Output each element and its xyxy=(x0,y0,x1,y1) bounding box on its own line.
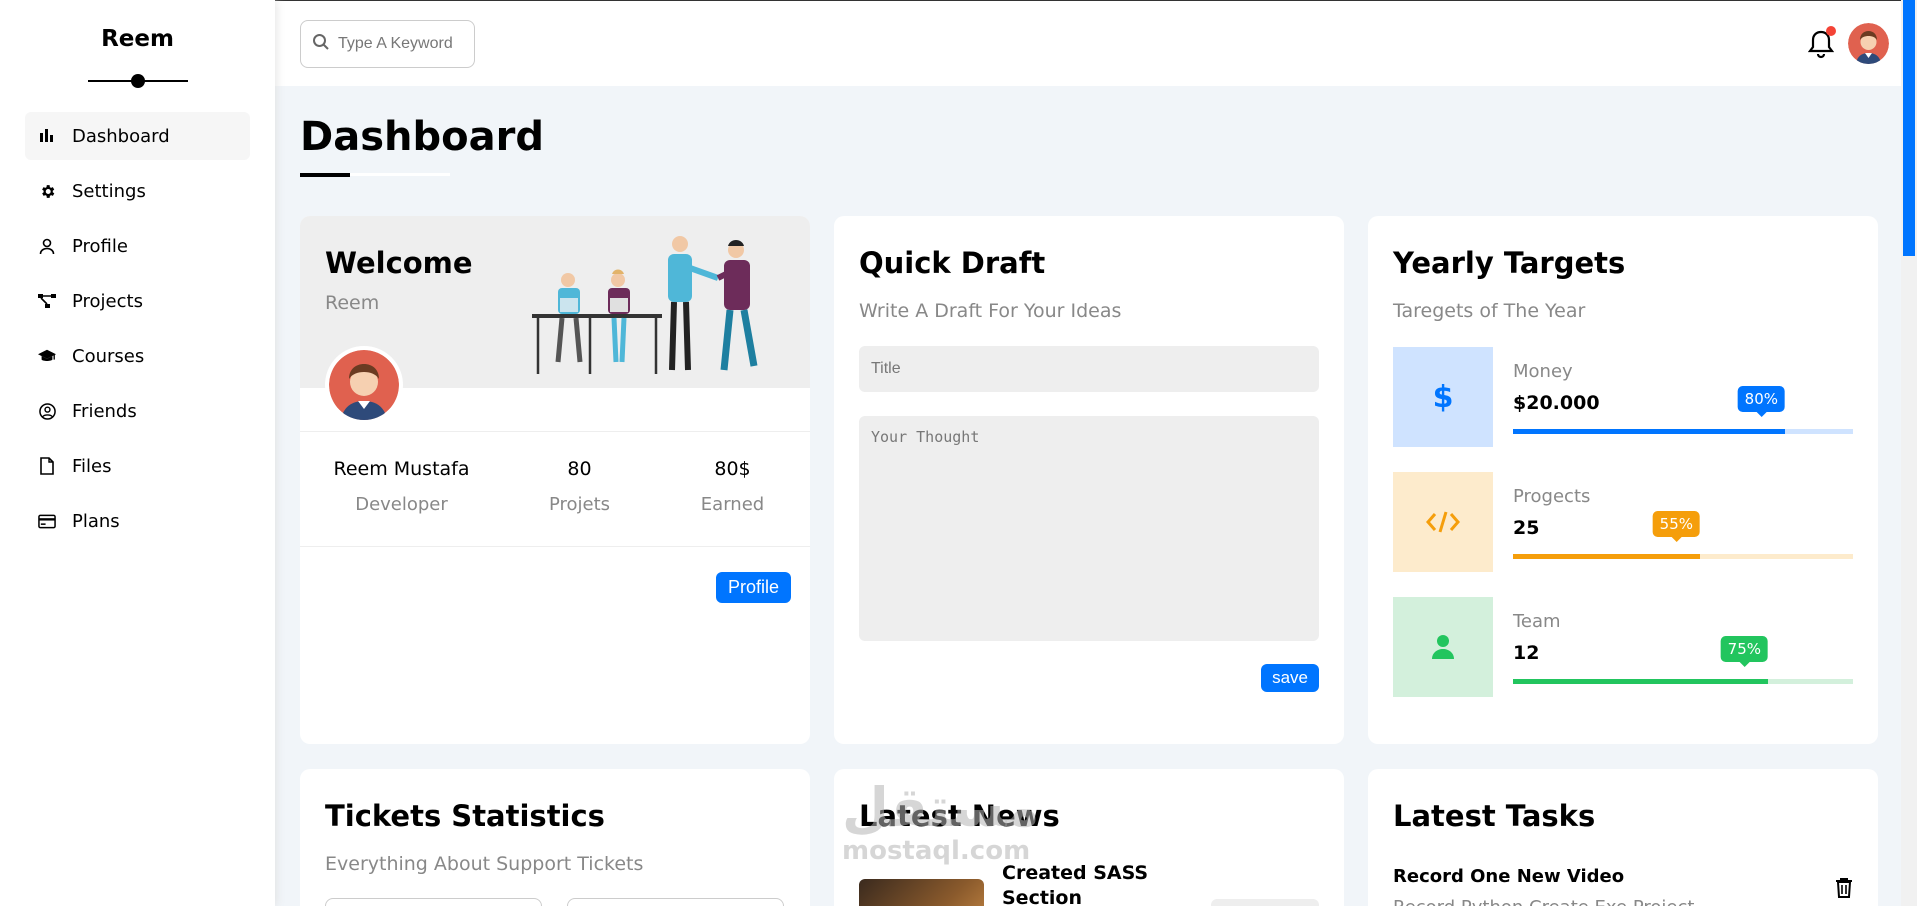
stat-name: Reem Mustafa Developer xyxy=(300,458,503,546)
tickets-statistics-card: Tickets Statistics Everything About Supp… xyxy=(300,769,810,906)
trash-icon[interactable] xyxy=(1835,877,1853,902)
stat-value: Reem Mustafa xyxy=(333,458,470,480)
search-icon xyxy=(312,33,330,55)
user-circle-icon xyxy=(38,402,56,420)
target-team: Team 12 75% xyxy=(1393,597,1853,697)
tickets-subtitle: Everything About Support Tickets xyxy=(325,853,644,875)
sidebar-item-label: Friends xyxy=(72,400,137,422)
yearly-targets-card: Yearly Targets Taregets of The Year $ Mo… xyxy=(1368,216,1878,744)
draft-title-input[interactable] xyxy=(859,346,1319,392)
welcome-avatar xyxy=(325,346,403,424)
target-label: Progects xyxy=(1513,486,1591,507)
yearly-targets-subtitle: Taregets of The Year xyxy=(1393,300,1586,322)
top-header xyxy=(275,0,1901,86)
draft-thought-textarea[interactable] xyxy=(859,416,1319,641)
user-avatar[interactable] xyxy=(1848,23,1889,64)
target-money: $ Money $20.000 80% xyxy=(1393,347,1853,447)
target-progress-badge: 80% xyxy=(1737,386,1785,417)
stat-value: 80$ xyxy=(714,458,751,480)
ticket-stat-box xyxy=(325,898,542,906)
target-progress-track: 55% xyxy=(1513,511,1853,559)
target-value: 12 xyxy=(1513,642,1540,664)
stat-label: Projets xyxy=(548,494,611,515)
dollar-icon: $ xyxy=(1393,347,1493,447)
sidebar-item-settings[interactable]: Settings xyxy=(25,167,250,215)
save-button[interactable]: save xyxy=(1261,664,1319,692)
stat-value: 80 xyxy=(567,458,592,480)
target-value: 25 xyxy=(1513,517,1540,539)
quick-draft-subtitle: Write A Draft For Your Ideas xyxy=(859,300,1122,322)
brand-divider xyxy=(87,74,188,88)
tasks-title: Latest Tasks xyxy=(1393,799,1596,833)
sidebar: Reem Dashboard Settings Profile Projects xyxy=(0,0,275,906)
news-item-title: Created SASS Section xyxy=(1002,862,1149,906)
yearly-targets-title: Yearly Targets xyxy=(1393,246,1626,280)
news-thumbnail xyxy=(859,879,984,906)
stat-projects: 80 Projets xyxy=(503,458,656,546)
sidebar-item-label: Projects xyxy=(72,290,143,312)
sidebar-item-friends[interactable]: Friends xyxy=(25,387,250,435)
welcome-stats: Reem Mustafa Developer 80 Projets 80$ Ea… xyxy=(300,431,810,547)
news-item-date-badge xyxy=(1211,899,1319,906)
stat-earned: 80$ Earned xyxy=(656,458,809,546)
code-icon xyxy=(1393,472,1493,572)
quick-draft-card: Quick Draft Write A Draft For Your Ideas… xyxy=(834,216,1344,744)
latest-tasks-card: Latest Tasks Record One New Video Record… xyxy=(1368,769,1878,906)
sidebar-item-label: Plans xyxy=(72,510,120,532)
profile-button[interactable]: Profile xyxy=(715,572,791,603)
quick-draft-title: Quick Draft xyxy=(859,246,1046,280)
sidebar-item-files[interactable]: Files xyxy=(25,442,250,490)
graduation-cap-icon xyxy=(38,347,56,365)
notification-bell-icon[interactable] xyxy=(1807,26,1836,59)
target-progress-fill xyxy=(1513,679,1768,684)
ticket-stat-box xyxy=(567,898,784,906)
user-icon xyxy=(1393,597,1493,697)
page-title-underline xyxy=(300,173,450,177)
scrollbar-thumb[interactable] xyxy=(1903,0,1915,256)
user-icon xyxy=(38,237,56,255)
credit-card-icon xyxy=(38,512,56,530)
target-progress-badge: 75% xyxy=(1720,636,1768,667)
target-projects: Progects 25 55% xyxy=(1393,472,1853,572)
notification-dot xyxy=(1826,26,1836,36)
search-box[interactable] xyxy=(300,20,475,68)
team-illustration xyxy=(532,236,758,374)
chart-bar-icon xyxy=(38,127,56,145)
diagram-icon xyxy=(38,292,56,310)
target-progress-badge: 55% xyxy=(1652,511,1700,542)
task-description: Record Python Create Exe Project xyxy=(1393,897,1853,906)
brand-title: Reem xyxy=(101,26,174,52)
sidebar-item-courses[interactable]: Courses xyxy=(25,332,250,380)
target-progress-track: 80% xyxy=(1513,386,1853,434)
news-title: Latest News xyxy=(859,799,1060,833)
welcome-card: Welcome Reem Reem Mustafa Developer 80 P… xyxy=(300,216,810,744)
sidebar-item-plans[interactable]: Plans xyxy=(25,497,250,545)
target-label: Money xyxy=(1513,361,1573,382)
sidebar-item-dashboard[interactable]: Dashboard xyxy=(25,112,250,160)
tickets-title: Tickets Statistics xyxy=(325,799,605,833)
stat-label: Developer xyxy=(355,494,448,515)
target-progress-fill xyxy=(1513,554,1700,559)
sidebar-item-profile[interactable]: Profile xyxy=(25,222,250,270)
target-value: $20.000 xyxy=(1513,392,1600,414)
sidebar-nav: Dashboard Settings Profile Projects Cour… xyxy=(0,112,275,545)
sidebar-item-projects[interactable]: Projects xyxy=(25,277,250,325)
stat-label: Earned xyxy=(700,494,765,515)
search-input[interactable] xyxy=(338,35,468,53)
gear-icon xyxy=(38,182,56,200)
page-title: Dashboard xyxy=(300,114,544,160)
task-title: Record One New Video xyxy=(1393,866,1625,887)
file-icon xyxy=(38,457,56,475)
sidebar-item-label: Settings xyxy=(72,180,146,202)
sidebar-item-label: Files xyxy=(72,455,112,477)
latest-news-card: Latest News Created SASS Section xyxy=(834,769,1344,906)
target-progress-track: 75% xyxy=(1513,636,1853,684)
sidebar-item-label: Dashboard xyxy=(72,125,170,147)
sidebar-item-label: Courses xyxy=(72,345,145,367)
target-progress-fill xyxy=(1513,429,1785,434)
page-scrollbar[interactable] xyxy=(1901,0,1917,906)
target-label: Team xyxy=(1513,611,1561,632)
sidebar-item-label: Profile xyxy=(72,235,128,257)
